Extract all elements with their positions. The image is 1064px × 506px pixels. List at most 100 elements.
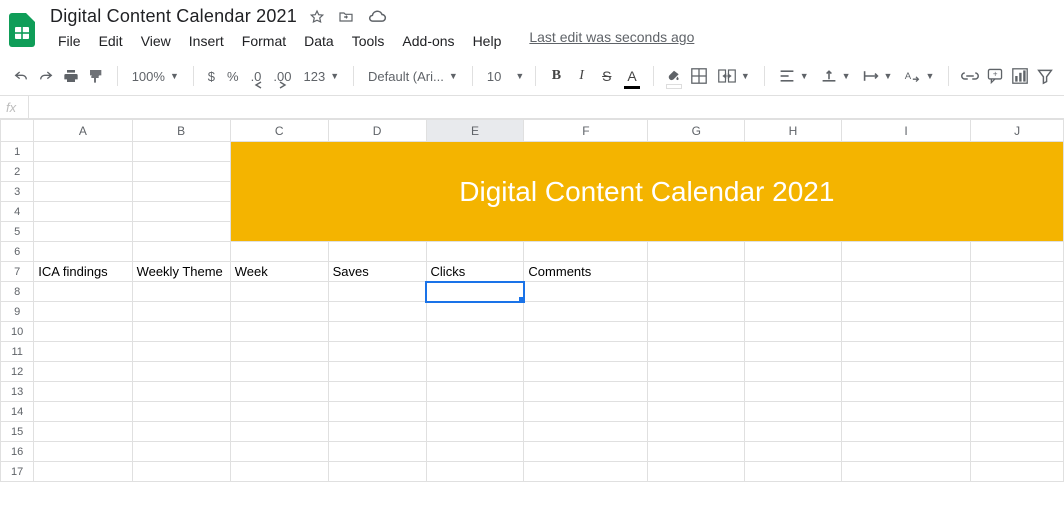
cell[interactable] [34,422,132,442]
star-icon[interactable] [309,9,325,25]
cell[interactable] [328,342,426,362]
cell[interactable] [524,242,648,262]
bold-button[interactable]: B [546,63,567,89]
print-button[interactable] [60,63,81,89]
redo-button[interactable] [35,63,56,89]
cell[interactable] [34,242,132,262]
cell[interactable] [745,402,842,422]
cell[interactable] [34,162,132,182]
cell[interactable] [745,422,842,442]
cell[interactable] [745,462,842,482]
row-header[interactable]: 5 [1,222,34,242]
cell[interactable] [841,362,970,382]
row-header[interactable]: 13 [1,382,34,402]
cell[interactable] [524,322,648,342]
cell[interactable] [745,382,842,402]
cell[interactable] [841,422,970,442]
text-color-button[interactable]: A [621,63,642,89]
cell[interactable] [132,462,230,482]
cell-H7[interactable] [745,262,842,282]
currency-button[interactable]: $ [204,63,219,89]
cell[interactable] [34,302,132,322]
cell[interactable] [34,362,132,382]
cell[interactable] [132,322,230,342]
cell[interactable] [230,282,328,302]
cloud-icon[interactable] [367,9,387,25]
cell[interactable] [132,442,230,462]
col-header-A[interactable]: A [34,120,132,142]
cell[interactable] [328,242,426,262]
row-header[interactable]: 14 [1,402,34,422]
cell[interactable] [230,422,328,442]
cell[interactable] [648,402,745,422]
cell[interactable] [426,322,524,342]
cell[interactable] [971,282,1064,302]
col-header-G[interactable]: G [648,120,745,142]
col-header-J[interactable]: J [971,120,1064,142]
cell[interactable] [745,322,842,342]
banner-cell[interactable]: Digital Content Calendar 2021 [230,142,1063,242]
cell[interactable] [648,382,745,402]
insert-comment-button[interactable]: + [984,63,1005,89]
cell-B7[interactable]: Weekly Theme [132,262,230,282]
cell[interactable] [971,462,1064,482]
cell[interactable] [132,142,230,162]
cell[interactable] [841,382,970,402]
cell[interactable] [648,322,745,342]
cell[interactable] [971,402,1064,422]
cell[interactable] [524,302,648,322]
cell[interactable] [132,222,230,242]
cell[interactable] [328,402,426,422]
cell[interactable] [328,422,426,442]
cell[interactable] [841,442,970,462]
col-header-B[interactable]: B [132,120,230,142]
insert-link-button[interactable] [959,63,980,89]
cell[interactable] [971,362,1064,382]
cell[interactable] [132,382,230,402]
cell[interactable] [230,442,328,462]
cell[interactable] [230,322,328,342]
merge-cells-dropdown[interactable]: ▼ [714,69,754,83]
cell-G7[interactable] [648,262,745,282]
strikethrough-button[interactable]: S [596,63,617,89]
cell-F7[interactable]: Comments [524,262,648,282]
cell-E7[interactable]: Clicks [426,262,524,282]
cell[interactable] [745,362,842,382]
row-header[interactable]: 15 [1,422,34,442]
cell[interactable] [841,302,970,322]
cell[interactable] [230,242,328,262]
cell[interactable] [34,142,132,162]
menu-view[interactable]: View [133,29,179,53]
cell[interactable] [230,462,328,482]
cell[interactable] [230,302,328,322]
row-header[interactable]: 16 [1,442,34,462]
cell[interactable] [132,202,230,222]
font-size-dropdown[interactable]: 10▼ [483,69,525,84]
select-all-corner[interactable] [1,120,34,142]
cell[interactable] [971,302,1064,322]
cell[interactable] [524,342,648,362]
cell[interactable] [648,462,745,482]
row-header[interactable]: 7 [1,262,34,282]
document-title[interactable]: Digital Content Calendar 2021 [50,6,297,27]
spreadsheet-grid[interactable]: A B C D E F G H I J 1 Digital Content Ca… [0,119,1064,482]
cell[interactable] [328,362,426,382]
text-wrap-dropdown[interactable]: ▼ [859,69,897,83]
cell[interactable] [328,302,426,322]
cell-C7[interactable]: Week [230,262,328,282]
filter-button[interactable] [1035,63,1056,89]
cell[interactable] [524,462,648,482]
cell[interactable] [34,442,132,462]
cell[interactable] [841,462,970,482]
cell[interactable] [524,422,648,442]
menu-format[interactable]: Format [234,29,294,53]
undo-button[interactable] [10,63,31,89]
cell[interactable] [132,402,230,422]
cell[interactable] [426,362,524,382]
cell[interactable] [841,282,970,302]
cell[interactable] [745,442,842,462]
cell[interactable] [230,342,328,362]
col-header-E[interactable]: E [426,120,524,142]
row-header[interactable]: 8 [1,282,34,302]
cell[interactable] [230,382,328,402]
